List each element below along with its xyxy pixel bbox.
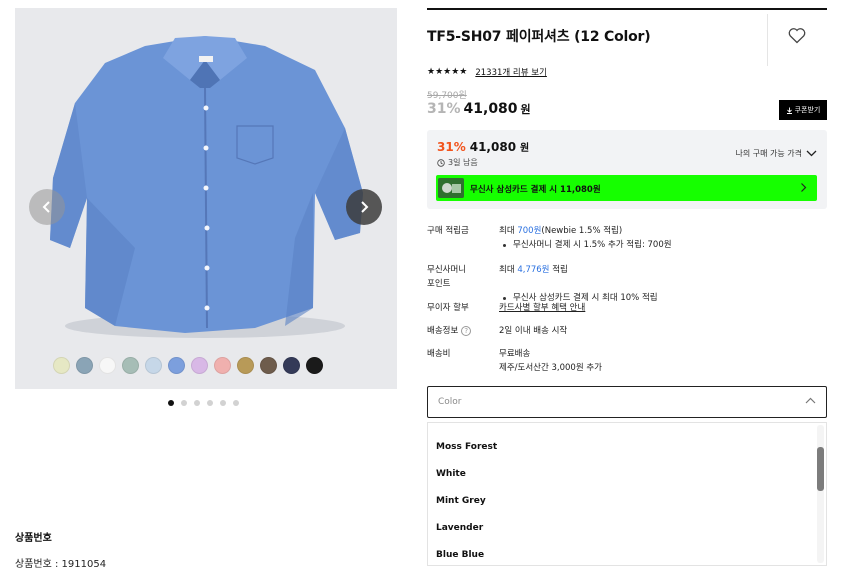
best-price-row: 31% 41,080 원 bbox=[437, 139, 529, 154]
next-image-button[interactable] bbox=[346, 189, 382, 225]
color-swatch[interactable] bbox=[99, 357, 116, 374]
money-label-2: 포인트 bbox=[427, 279, 451, 289]
pagination-dot[interactable] bbox=[168, 400, 174, 406]
pagination-dot[interactable] bbox=[233, 400, 239, 406]
best-price-unit: 원 bbox=[520, 143, 530, 154]
delivery-label: 배송정보 bbox=[427, 326, 459, 336]
chevron-right-icon bbox=[801, 183, 807, 192]
price-unit: 원 bbox=[520, 103, 531, 116]
best-discount-rate: 31% bbox=[437, 140, 466, 154]
scrollbar-track[interactable] bbox=[817, 425, 824, 563]
color-swatch[interactable] bbox=[122, 357, 139, 374]
chevron-up-icon bbox=[805, 397, 816, 404]
money-suffix: 적립 bbox=[549, 265, 568, 275]
scrollbar-thumb[interactable] bbox=[817, 447, 824, 491]
color-swatch[interactable] bbox=[283, 357, 300, 374]
divider bbox=[427, 8, 827, 10]
points-bullet: 무신사머니 결제 시 1.5% 추가 적립: 700원 bbox=[499, 238, 850, 252]
chevron-right-icon bbox=[361, 201, 369, 213]
color-dropdown-list[interactable]: Moss Forest White Mint Grey Lavender Blu… bbox=[427, 422, 827, 566]
money-value: 최대 4,776원 적립 bbox=[499, 263, 568, 277]
download-icon bbox=[786, 107, 792, 114]
coupon-label: 쿠폰받기 bbox=[794, 106, 821, 114]
pagination-dot[interactable] bbox=[207, 400, 213, 406]
color-option[interactable]: Blue Blue bbox=[436, 550, 484, 560]
pagination-dot[interactable] bbox=[220, 400, 226, 406]
points-value: 최대 700원(Newbie 1.5% 적립) bbox=[499, 224, 622, 238]
color-select-placeholder: Color bbox=[438, 397, 462, 407]
card-image bbox=[438, 178, 464, 198]
rating-row: ★★★★★ 21331개 리뷰 보기 bbox=[427, 66, 547, 78]
delivery-label-wrap: 배송정보? bbox=[427, 324, 472, 338]
best-price-box: 31% 41,080 원 3일 남음 나의 구매 가능 가격 무신사 삼성카드 … bbox=[427, 130, 827, 209]
review-link[interactable]: 21331개 리뷰 보기 bbox=[475, 66, 547, 78]
card-promo-text: 무신사 삼성카드 결제 시 11,080원 bbox=[470, 185, 601, 195]
color-swatch[interactable] bbox=[260, 357, 277, 374]
help-icon[interactable]: ? bbox=[461, 325, 472, 336]
delivery-value: 2일 이내 배송 시작 bbox=[499, 326, 568, 336]
color-swatch[interactable] bbox=[191, 357, 208, 374]
points-prefix: 최대 bbox=[499, 226, 518, 236]
fee-value: 무료배송 bbox=[499, 349, 531, 359]
product-image-gallery[interactable] bbox=[15, 8, 397, 389]
points-label: 구매 적립금 bbox=[427, 226, 469, 236]
discount-rate: 31% bbox=[427, 101, 461, 117]
color-option[interactable]: White bbox=[436, 469, 466, 479]
heart-icon[interactable] bbox=[788, 27, 806, 44]
color-swatch[interactable] bbox=[145, 357, 162, 374]
prev-image-button[interactable] bbox=[29, 189, 65, 225]
color-swatch[interactable] bbox=[306, 357, 323, 374]
color-swatch[interactable] bbox=[53, 357, 70, 374]
original-price: 59,700원 bbox=[427, 91, 467, 101]
coupon-button[interactable]: 쿠폰받기 bbox=[779, 100, 827, 120]
installment-label: 무이자 할부 bbox=[427, 303, 469, 313]
star-rating: ★★★★★ bbox=[427, 67, 468, 77]
money-amount: 4,776원 bbox=[517, 265, 550, 275]
pagination-dot[interactable] bbox=[194, 400, 200, 406]
color-swatch[interactable] bbox=[76, 357, 93, 374]
clock-icon bbox=[437, 158, 445, 167]
money-prefix: 최대 bbox=[499, 265, 518, 275]
product-number: 상품번호 : 1911054 bbox=[15, 559, 107, 570]
shirt-image bbox=[50, 36, 363, 338]
chevron-left-icon bbox=[42, 201, 50, 213]
money-label-1: 무신사머니 bbox=[427, 265, 467, 275]
price-row: 31% 41,080 원 bbox=[427, 101, 531, 117]
pagination-dot[interactable] bbox=[181, 400, 187, 406]
color-option[interactable]: Mint Grey bbox=[436, 496, 486, 506]
points-amount: 700원 bbox=[517, 226, 542, 236]
color-option[interactable]: Lavender bbox=[436, 523, 483, 533]
divider bbox=[767, 14, 768, 66]
product-title: TF5-SH07 페이퍼셔츠 (12 Color) bbox=[427, 29, 651, 45]
benefit-info: 구매 적립금 최대 700원(Newbie 1.5% 적립) 무신사머니 결제 … bbox=[427, 219, 827, 373]
color-select[interactable]: Color bbox=[427, 386, 827, 418]
best-price: 41,080 bbox=[469, 140, 517, 154]
time-left-text: 3일 남음 bbox=[448, 158, 478, 167]
fee-note: 제주/도서산간 3,000원 추가 bbox=[499, 363, 602, 373]
installment-link[interactable]: 카드사별 할부 혜택 안내 bbox=[499, 301, 585, 315]
gallery-pagination bbox=[168, 400, 239, 406]
time-left: 3일 남음 bbox=[437, 157, 478, 168]
color-swatch[interactable] bbox=[237, 357, 254, 374]
color-swatch-list bbox=[53, 357, 323, 374]
card-promo-banner[interactable]: 무신사 삼성카드 결제 시 11,080원 bbox=[436, 175, 817, 201]
my-price-toggle[interactable]: 나의 구매 가능 가격 bbox=[735, 148, 817, 159]
my-price-label: 나의 구매 가능 가격 bbox=[735, 149, 802, 158]
points-suffix: (Newbie 1.5% 적립) bbox=[541, 226, 623, 236]
sale-price: 41,080 bbox=[463, 101, 518, 117]
color-swatch[interactable] bbox=[214, 357, 231, 374]
chevron-down-icon bbox=[806, 150, 817, 157]
color-option[interactable]: Moss Forest bbox=[436, 442, 497, 452]
product-number-heading: 상품번호 bbox=[15, 533, 52, 544]
fee-label: 배송비 bbox=[427, 349, 451, 359]
color-swatch[interactable] bbox=[168, 357, 185, 374]
